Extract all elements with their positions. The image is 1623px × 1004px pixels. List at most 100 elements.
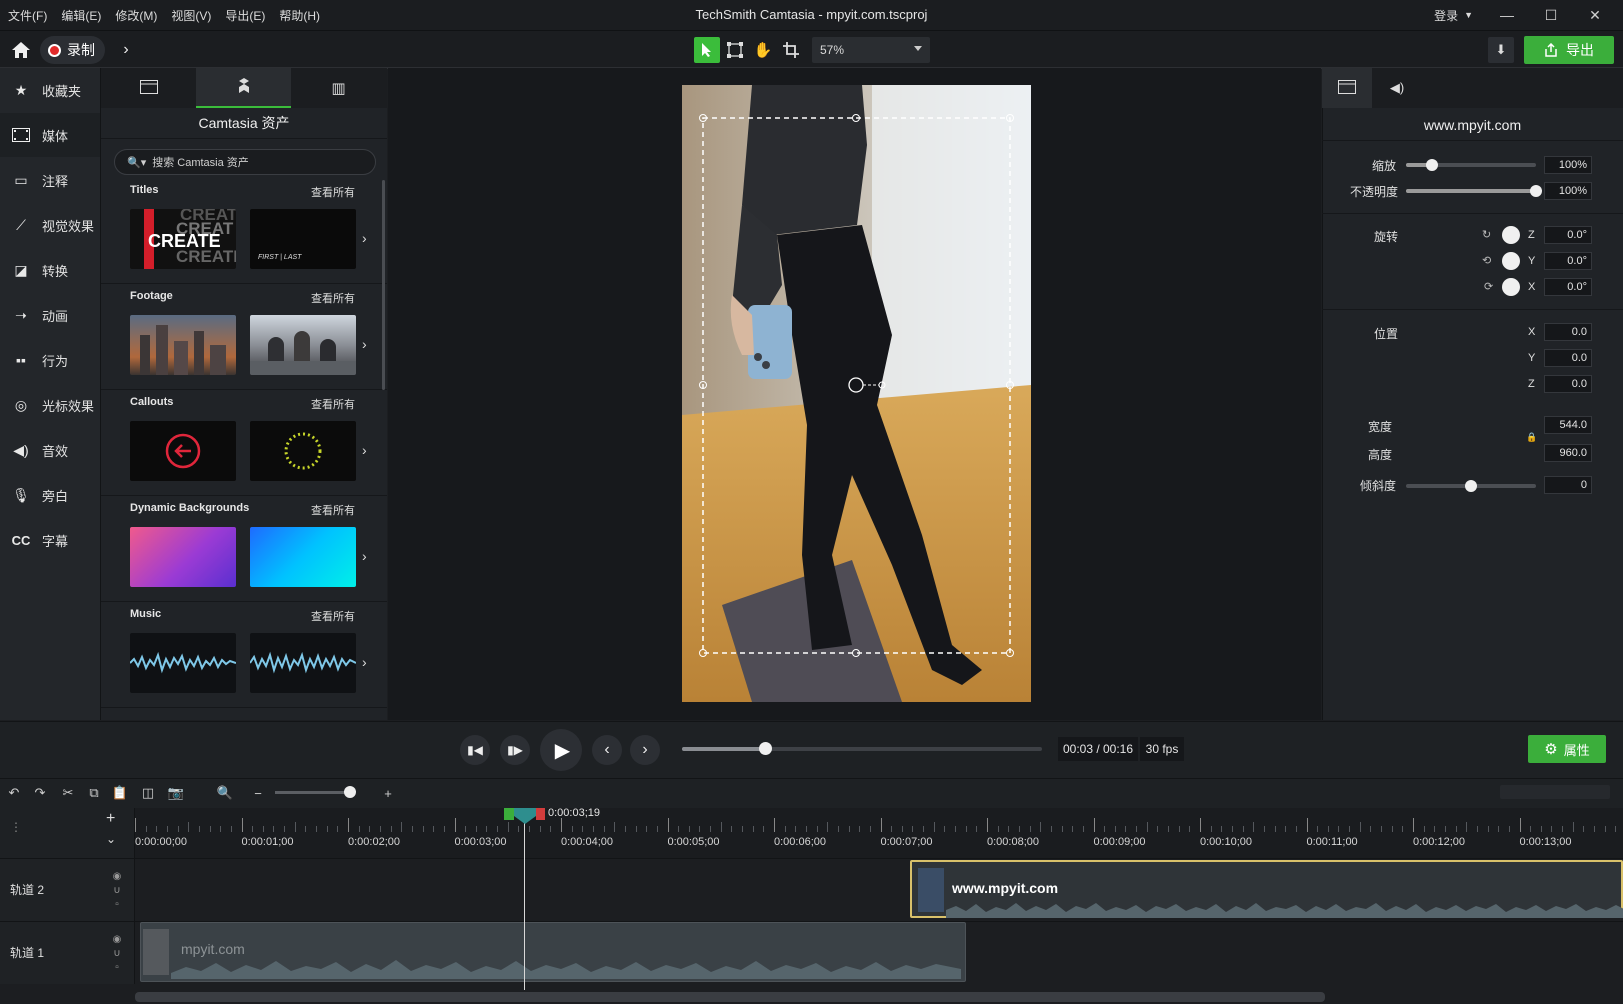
rotation-z-dial[interactable] [1502, 226, 1520, 244]
timeline-clip-video[interactable]: mpyit.com [140, 922, 966, 982]
next-marker-button[interactable]: › [630, 735, 660, 765]
timeline-zoom-slider[interactable] [275, 791, 355, 794]
minimize-button[interactable]: — [1485, 7, 1529, 23]
skew-slider-knob[interactable] [1465, 480, 1477, 492]
redo-button[interactable]: ↷ [30, 783, 50, 803]
download-button[interactable]: ⬇ [1488, 37, 1514, 63]
properties-button[interactable]: ⚙ 属性 [1528, 735, 1606, 763]
see-all-backgrounds[interactable]: 查看所有 [311, 502, 355, 518]
track-header-1[interactable]: 轨道 1 ◉ ∪ ▫ [0, 921, 135, 984]
scale-slider-knob[interactable] [1426, 159, 1438, 171]
select-tool-button[interactable] [694, 37, 720, 63]
lock-icon[interactable]: ▫ [110, 899, 124, 911]
selection-out-marker[interactable] [536, 808, 545, 820]
export-button[interactable]: 导出 [1524, 36, 1614, 64]
opacity-value-field[interactable]: 100% [1544, 182, 1592, 200]
selection-in-marker[interactable] [504, 808, 514, 820]
timeline-zoom-knob[interactable] [344, 786, 356, 798]
asset-thumb-title-create[interactable]: CREATE CREAT CREATE CREATE [130, 209, 236, 269]
magnet-icon[interactable]: ∪ [110, 948, 124, 960]
timeline-horizontal-scrollbar[interactable] [135, 992, 1325, 1002]
lock-icon[interactable]: ▫ [110, 962, 124, 974]
nav-transitions[interactable]: ◪ 转换 [0, 248, 100, 292]
record-expand-button[interactable]: › [114, 37, 138, 63]
asset-thumb-footage-city[interactable] [130, 315, 236, 375]
maximize-button[interactable]: ☐ [1529, 7, 1573, 24]
chevron-right-icon[interactable]: › [362, 548, 367, 564]
tab-camtasia-assets[interactable] [196, 68, 291, 108]
nav-audio-effects[interactable]: ◀) 音效 [0, 428, 100, 472]
record-button[interactable]: 录制 [40, 36, 105, 64]
see-all-music[interactable]: 查看所有 [311, 608, 355, 624]
chevron-right-icon[interactable]: › [362, 442, 367, 458]
chevron-right-icon[interactable]: › [362, 654, 367, 670]
home-button[interactable] [8, 37, 34, 63]
asset-thumb-callout-ring[interactable] [250, 421, 356, 481]
rotation-z-field[interactable]: 0.0° [1544, 226, 1592, 244]
asset-thumb-music-2[interactable] [250, 633, 356, 693]
width-field[interactable]: 544.0 [1544, 416, 1592, 434]
menu-view[interactable]: 视图(V) [171, 7, 211, 24]
asset-thumb-music-1[interactable] [130, 633, 236, 693]
login-menu[interactable]: 登录 ▼ [1434, 0, 1473, 30]
asset-thumb-callout-arrow[interactable] [130, 421, 236, 481]
add-track-icon[interactable]: + [106, 810, 115, 828]
close-button[interactable]: ✕ [1573, 7, 1617, 24]
timeline-overview[interactable] [1500, 785, 1610, 799]
menu-file[interactable]: 文件(F) [8, 7, 47, 24]
asset-thumb-bg-cyan[interactable] [250, 527, 356, 587]
zoom-out-button[interactable]: − [248, 783, 268, 803]
nav-animations[interactable]: ➝ 动画 [0, 293, 100, 337]
step-forward-button[interactable]: ▮▶ [500, 735, 530, 765]
eye-icon[interactable]: ◉ [110, 934, 124, 946]
pan-tool-button[interactable]: ✋ [750, 37, 776, 63]
cut-button[interactable]: ✂ [58, 783, 78, 803]
menu-modify[interactable]: 修改(M) [115, 7, 157, 24]
see-all-callouts[interactable]: 查看所有 [311, 396, 355, 412]
nav-behaviors[interactable]: ▪▪ 行为 [0, 338, 100, 382]
play-button[interactable]: ▶ [540, 729, 582, 771]
rotation-x-field[interactable]: 0.0° [1544, 278, 1592, 296]
paste-button[interactable]: 📋 [110, 783, 130, 803]
asset-thumb-title-first-last[interactable]: FIRST | LAST [250, 209, 356, 269]
menu-export[interactable]: 导出(E) [225, 7, 265, 24]
tab-library[interactable]: ▥ [291, 68, 386, 108]
split-button[interactable]: ◫ [138, 783, 158, 803]
nav-cursor-effects[interactable]: ◎ 光标效果 [0, 383, 100, 427]
collapse-tracks-icon[interactable]: ⌄ [106, 832, 116, 846]
asset-search-input[interactable]: 🔍▾ 搜索 Camtasia 资产 [114, 149, 376, 175]
rotation-y-dial[interactable] [1502, 252, 1520, 270]
asset-thumb-footage-office[interactable] [250, 315, 356, 375]
chevron-right-icon[interactable]: › [362, 336, 367, 352]
see-all-titles[interactable]: 查看所有 [311, 184, 355, 200]
undo-button[interactable]: ↶ [4, 783, 24, 803]
magnet-icon[interactable]: ∪ [110, 885, 124, 897]
position-y-field[interactable]: 0.0 [1544, 349, 1592, 367]
tab-media-bin[interactable] [101, 68, 196, 108]
eye-icon[interactable]: ◉ [110, 871, 124, 883]
nav-favorites[interactable]: ★ 收藏夹 [0, 68, 100, 112]
nav-captions[interactable]: CC 字幕 [0, 518, 100, 562]
step-back-button[interactable]: ▮◀ [460, 735, 490, 765]
position-z-field[interactable]: 0.0 [1544, 375, 1592, 393]
video-preview[interactable] [682, 85, 1031, 702]
transform-tool-button[interactable] [722, 37, 748, 63]
zoom-in-button[interactable]: + [378, 783, 398, 803]
menu-edit[interactable]: 编辑(E) [61, 7, 101, 24]
see-all-footage[interactable]: 查看所有 [311, 290, 355, 306]
snapshot-button[interactable]: 📷 [166, 783, 186, 803]
lock-icon[interactable]: 🔒 [1526, 432, 1537, 443]
menu-help[interactable]: 帮助(H) [279, 7, 320, 24]
asset-thumb-bg-purple[interactable] [130, 527, 236, 587]
timeline-ruler[interactable] [135, 808, 1623, 858]
opacity-slider-knob[interactable] [1530, 185, 1542, 197]
nav-media[interactable]: 媒体 [0, 113, 100, 157]
tab-visual-properties[interactable] [1322, 68, 1372, 108]
tab-audio-properties[interactable]: ◀) [1372, 68, 1422, 108]
timeline-clip-text[interactable]: www.mpyit.com [910, 860, 1623, 918]
zoom-dropdown[interactable]: 57% [812, 37, 930, 63]
scale-value-field[interactable]: 100% [1544, 156, 1592, 174]
skew-field[interactable]: 0 [1544, 476, 1592, 494]
previous-marker-button[interactable]: ‹ [592, 735, 622, 765]
asset-scrollbar[interactable] [382, 180, 385, 390]
